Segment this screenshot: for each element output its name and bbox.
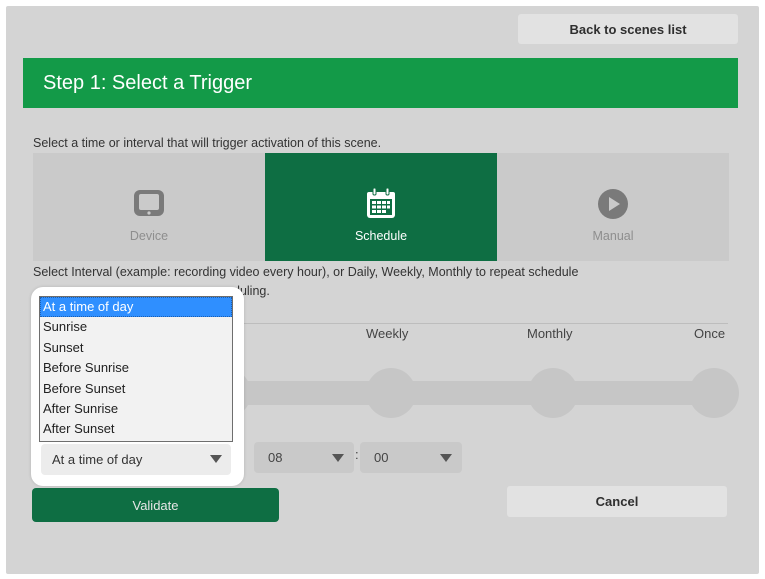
chevron-down-icon [332,454,344,462]
tab-device[interactable]: Device [33,153,265,261]
minute-value: 00 [374,450,389,465]
time-mode-option[interactable]: Sunrise [40,317,232,337]
time-mode-option[interactable]: Before Sunrise [40,358,232,378]
tab-schedule[interactable]: Schedule [265,153,497,261]
chevron-down-icon [440,454,452,462]
time-mode-selected-value: At a time of day [52,452,143,467]
calendar-icon [363,186,399,222]
validate-button[interactable]: Validate [32,488,279,522]
frequency-slider-node-once[interactable] [689,368,739,418]
chevron-down-icon [210,455,222,463]
tab-manual-label: Manual [592,229,634,243]
time-separator: : [355,447,359,462]
frequency-once-label[interactable]: Once [694,326,725,341]
tab-device-label: Device [129,229,169,243]
minute-select[interactable]: 00 [360,442,462,473]
tab-manual[interactable]: Manual [497,153,729,261]
time-mode-option[interactable]: After Sunset [40,419,232,439]
tab-schedule-label: Schedule [354,229,408,243]
frequency-divider [240,323,728,324]
time-mode-select[interactable]: At a time of day [41,444,231,475]
step-title-text: Step 1: Select a Trigger [43,71,253,94]
time-mode-options-list[interactable]: At a time of day Sunrise Sunset Before S… [39,296,233,442]
tablet-icon [131,186,167,222]
frequency-monthly-label[interactable]: Monthly [527,326,573,341]
frequency-slider-node-monthly[interactable] [528,368,578,418]
trigger-type-tabs: Device Schedule Manual [33,153,729,261]
intro-text: Select a time or interval that will trig… [33,136,382,150]
step-title: Step 1: Select a Trigger [23,58,738,108]
time-mode-option[interactable]: After Sunrise [40,399,232,419]
time-mode-option[interactable]: At a time of day [40,297,232,318]
time-mode-option[interactable]: Before Sunset [40,379,232,399]
time-mode-option[interactable]: Sunset [40,338,232,358]
frequency-slider-node-weekly[interactable] [366,368,416,418]
play-icon [595,186,631,222]
frequency-weekly-label[interactable]: Weekly [366,326,408,341]
hour-value: 08 [268,450,283,465]
hour-select[interactable]: 08 [254,442,354,473]
interval-help-line-1: Select Interval (example: recording vide… [33,265,579,279]
cancel-button[interactable]: Cancel [507,486,727,517]
frequency-slider-track[interactable] [210,381,735,405]
back-to-scenes-button[interactable]: Back to scenes list [518,14,738,44]
